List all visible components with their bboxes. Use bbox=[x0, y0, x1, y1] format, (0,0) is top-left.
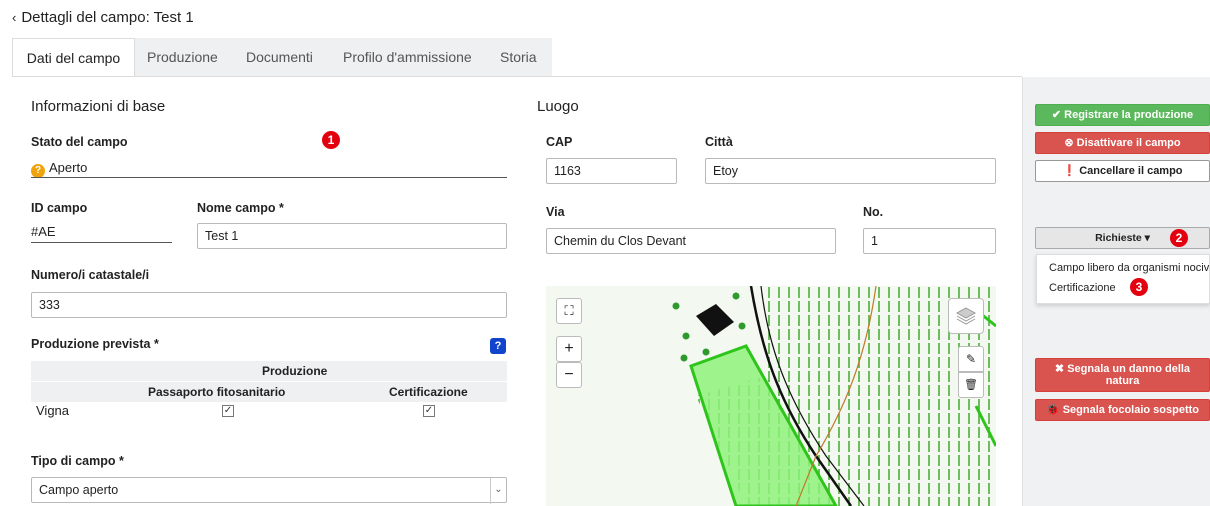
registrare-produzione-button[interactable]: ✔ Registrare la produzione bbox=[1035, 104, 1210, 126]
checkbox-certificazione[interactable]: ✓ bbox=[423, 405, 435, 417]
id-campo-underline bbox=[31, 242, 172, 243]
segnala-focolaio-button[interactable]: 🐞 Segnala focolaio sospetto bbox=[1035, 399, 1210, 421]
layers-icon[interactable] bbox=[948, 298, 984, 334]
chevron-down-icon[interactable]: ⌄ bbox=[490, 478, 506, 504]
page-title[interactable]: ‹ Dettagli del campo: Test 1 bbox=[12, 9, 194, 26]
produzione-prevista-label: Produzione prevista * bbox=[31, 337, 159, 351]
dropdown-item-certificazione[interactable]: Certificazione bbox=[1049, 282, 1116, 294]
via-input[interactable]: Chemin du Clos Devant bbox=[546, 228, 836, 254]
tab-produzione[interactable]: Produzione bbox=[147, 38, 218, 76]
prod-row-label: Vigna bbox=[36, 403, 70, 418]
stato-label: Stato del campo bbox=[31, 135, 128, 149]
callout-badge-2: 2 bbox=[1170, 229, 1188, 247]
prod-table-group-title: Produzione bbox=[262, 364, 328, 378]
tipo-campo-label: Tipo di campo * bbox=[31, 454, 124, 468]
map-view[interactable]: ⛶ + − ✎ 🗑 bbox=[546, 286, 996, 506]
tab-bar: Dati del campo Produzione Documenti Prof… bbox=[12, 38, 552, 76]
tipo-campo-select[interactable]: Campo aperto ⌄ bbox=[31, 477, 507, 504]
tab-storia[interactable]: Storia bbox=[500, 38, 537, 76]
citta-input[interactable]: Etoy bbox=[705, 158, 996, 184]
stato-value-text: Aperto bbox=[49, 160, 88, 175]
checkbox-passaporto[interactable]: ✓ bbox=[222, 405, 234, 417]
segnala-danno-button[interactable]: ✖ Segnala un danno della natura bbox=[1035, 358, 1210, 392]
dropdown-item-campo-libero[interactable]: Campo libero da organismi nocivi bbox=[1049, 262, 1209, 274]
disattivare-campo-button[interactable]: ⊗ Disattivare il campo bbox=[1035, 132, 1210, 154]
section-title-luogo: Luogo bbox=[537, 98, 579, 115]
segnala-danno-line1: ✖ Segnala un danno della bbox=[1054, 363, 1191, 375]
col-passaporto: Passaporto fitosanitario bbox=[148, 385, 286, 399]
catastale-label: Numero/i catastale/i bbox=[31, 268, 150, 282]
numero-label: No. bbox=[863, 205, 884, 219]
stato-underline bbox=[31, 177, 507, 178]
nome-campo-label: Nome campo * bbox=[197, 201, 284, 215]
trash-icon[interactable]: 🗑 bbox=[958, 372, 984, 398]
prod-table-group-header: Produzione bbox=[31, 361, 507, 381]
tab-documenti[interactable]: Documenti bbox=[246, 38, 313, 76]
back-chevron-icon[interactable]: ‹ bbox=[12, 10, 16, 25]
id-campo-label: ID campo bbox=[31, 201, 88, 215]
callout-badge-3: 3 bbox=[1130, 278, 1148, 296]
cap-label: CAP bbox=[546, 135, 573, 149]
via-label: Via bbox=[546, 205, 565, 219]
numero-input[interactable]: 1 bbox=[863, 228, 996, 254]
warning-icon: ? bbox=[31, 164, 45, 178]
edit-icon[interactable]: ✎ bbox=[958, 346, 984, 372]
help-icon[interactable]: ? bbox=[490, 338, 506, 354]
page-title-text: Dettagli del campo: Test 1 bbox=[21, 9, 194, 26]
prod-table-col-header: Passaporto fitosanitario Certificazione bbox=[31, 382, 507, 402]
id-campo-value: #AE bbox=[31, 224, 56, 239]
citta-label: Città bbox=[705, 135, 733, 149]
cap-input[interactable]: 1163 bbox=[546, 158, 677, 184]
nome-campo-input[interactable]: Test 1 bbox=[197, 223, 507, 249]
richieste-dropdown-menu: Campo libero da organismi nocivi Certifi… bbox=[1036, 254, 1210, 304]
catastale-input[interactable]: 333 bbox=[31, 292, 507, 318]
callout-badge-1: 1 bbox=[322, 131, 340, 149]
fullscreen-icon[interactable]: ⛶ bbox=[556, 298, 582, 324]
tab-divider bbox=[12, 76, 1022, 77]
zoom-in-button[interactable]: + bbox=[556, 336, 582, 362]
section-title-info: Informazioni di base bbox=[31, 98, 166, 115]
cancellare-campo-button[interactable]: ❗ Cancellare il campo bbox=[1035, 160, 1210, 182]
col-certificazione: Certificazione bbox=[389, 385, 468, 399]
segnala-danno-line2: natura bbox=[1105, 375, 1140, 387]
tab-dati-del-campo[interactable]: Dati del campo bbox=[12, 38, 135, 76]
tipo-campo-value: Campo aperto bbox=[39, 483, 119, 497]
tab-profilo-ammissione[interactable]: Profilo d'ammissione bbox=[343, 38, 472, 76]
zoom-out-button[interactable]: − bbox=[556, 362, 582, 388]
map-canvas bbox=[546, 286, 996, 506]
stato-value: ? Aperto bbox=[31, 160, 87, 178]
